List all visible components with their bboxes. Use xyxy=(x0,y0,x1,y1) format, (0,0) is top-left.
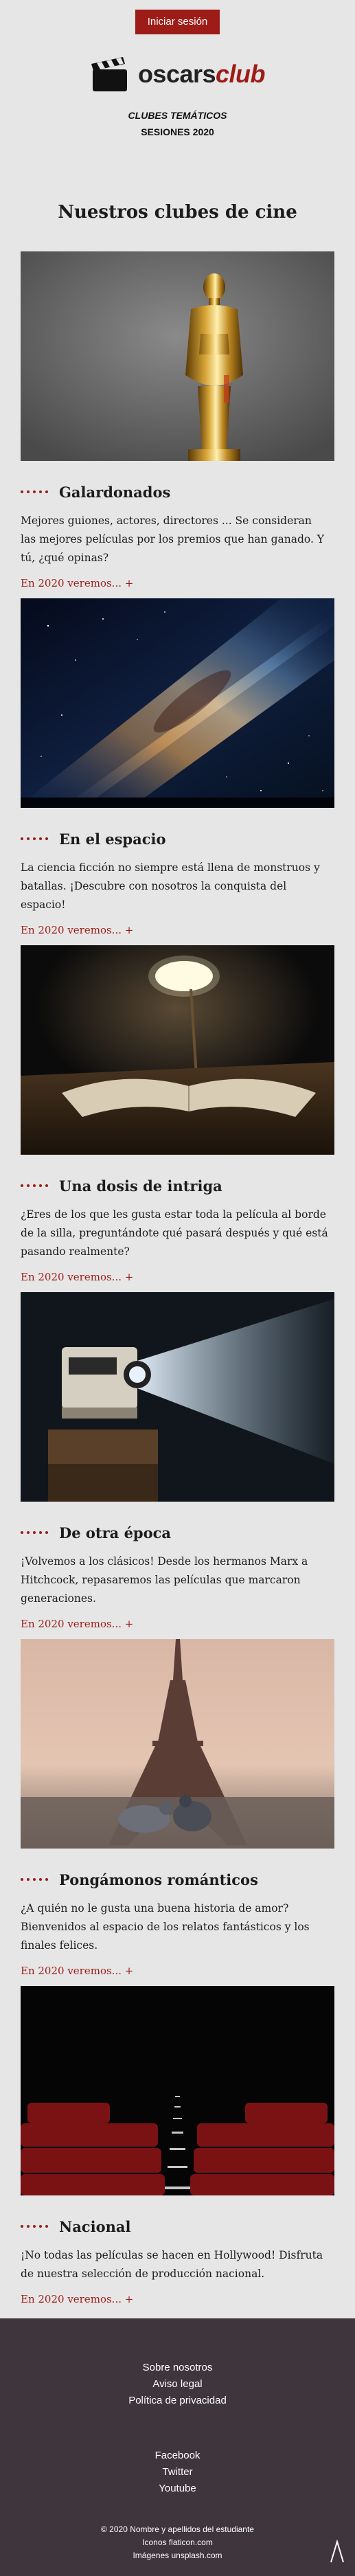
club-name: En el espacio xyxy=(59,830,166,848)
chevron-up-icon[interactable] xyxy=(329,2538,345,2565)
footer-social: Facebook Twitter Youtube xyxy=(0,2448,355,2497)
club-name: Una dosis de intriga xyxy=(59,1177,222,1195)
club-description: ¡No todas las películas se hacen en Holl… xyxy=(21,2249,323,2280)
club-card: De otra época ¡Volvemos a los clásicos! … xyxy=(21,1292,334,1639)
club-name: Pongámonos románticos xyxy=(59,1871,258,1888)
club-image-eiffel xyxy=(21,1639,334,1849)
dots-decoration xyxy=(21,837,48,840)
page-title: Nuestros clubes de cine xyxy=(58,202,297,223)
header-subtitle: CLUBES TEMÁTICOS xyxy=(128,110,227,121)
footer-link-twitter[interactable]: Twitter xyxy=(0,2464,355,2481)
footer-link-legal[interactable]: Aviso legal xyxy=(0,2376,355,2393)
club-card: Una dosis de intriga ¿Eres de los que le… xyxy=(21,945,334,1292)
logo-main: oscars xyxy=(137,60,216,88)
logo-accent: club xyxy=(216,60,266,88)
logo[interactable]: oscarsclub xyxy=(0,52,355,96)
footer-links: Sobre nosotros Aviso legal Política de p… xyxy=(0,2318,355,2409)
club-description: ¡Volvemos a los clásicos! Desde los herm… xyxy=(21,1555,308,1605)
club-more-link[interactable]: En 2020 veremos... + xyxy=(21,577,133,589)
club-card: Galardonados Mejores guiones, actores, d… xyxy=(21,251,334,598)
clapperboard-icon xyxy=(91,57,127,91)
club-more-link[interactable]: En 2020 veremos... + xyxy=(21,1271,133,1283)
club-description: La ciencia ficción no siempre está llena… xyxy=(21,861,320,911)
dots-decoration xyxy=(21,2225,48,2228)
dots-decoration xyxy=(21,1184,48,1187)
club-description: ¿Eres de los que les gusta estar toda la… xyxy=(21,1208,328,1258)
footer-icons-credit: Iconos flaticon.com xyxy=(142,2538,213,2547)
club-name: De otra época xyxy=(59,1524,172,1541)
club-title: En el espacio xyxy=(21,830,334,848)
logo-text: oscarsclub xyxy=(137,60,266,89)
footer-link-about[interactable]: Sobre nosotros xyxy=(0,2360,355,2376)
club-description: ¿A quién no le gusta una buena historia … xyxy=(21,1902,310,1952)
page: Iniciar sesión oscarsclub CLUBES TEMÁTIC… xyxy=(0,0,355,2576)
club-image-cinema-seats xyxy=(21,1986,334,2195)
dots-decoration xyxy=(21,490,48,493)
club-more-link[interactable]: En 2020 veremos... + xyxy=(21,924,133,936)
site-footer: Sobre nosotros Aviso legal Política de p… xyxy=(0,2318,355,2576)
club-name: Nacional xyxy=(59,2217,131,2235)
club-title: Galardonados xyxy=(21,483,334,501)
header-subtitle-block: CLUBES TEMÁTICOS SESIONES 2020 xyxy=(0,107,355,140)
club-description: Mejores guiones, actores, directores ...… xyxy=(21,515,325,564)
footer-link-youtube[interactable]: Youtube xyxy=(0,2481,355,2497)
club-card: Nacional ¡No todas las películas se hace… xyxy=(21,1986,334,2333)
footer-legal: © 2020 Nombre y apellidos del estudiante… xyxy=(0,2523,355,2562)
club-more-link[interactable]: En 2020 veremos... + xyxy=(21,1965,133,1977)
footer-link-privacy[interactable]: Política de privacidad xyxy=(0,2393,355,2409)
club-title: Una dosis de intriga xyxy=(21,1177,334,1195)
header-edition: SESIONES 2020 xyxy=(141,126,214,137)
club-card: Pongámonos románticos ¿A quién no le gus… xyxy=(21,1639,334,1986)
club-more-link[interactable]: En 2020 veremos... + xyxy=(21,1618,133,1630)
club-image-milky-way xyxy=(21,598,334,808)
login-button[interactable]: Iniciar sesión xyxy=(135,10,220,34)
club-name: Galardonados xyxy=(59,483,171,501)
footer-link-facebook[interactable]: Facebook xyxy=(0,2448,355,2464)
dots-decoration xyxy=(21,1878,48,1881)
club-more-link[interactable]: En 2020 veremos... + xyxy=(21,2293,133,2305)
dots-decoration xyxy=(21,1531,48,1534)
footer-images-credit: Imágenes unsplash.com xyxy=(133,2551,222,2560)
club-title: Pongámonos románticos xyxy=(21,1871,334,1888)
clubs-list: Galardonados Mejores guiones, actores, d… xyxy=(21,251,334,2333)
site-header: Iniciar sesión oscarsclub CLUBES TEMÁTIC… xyxy=(0,0,355,137)
club-image-projector xyxy=(21,1292,334,1502)
club-image-lamp xyxy=(21,945,334,1155)
club-title: Nacional xyxy=(21,2217,334,2235)
club-image-oscar xyxy=(21,251,334,461)
club-card: En el espacio La ciencia ficción no siem… xyxy=(21,598,334,945)
club-title: De otra época xyxy=(21,1524,334,1541)
footer-copyright: © 2020 Nombre y apellidos del estudiante xyxy=(101,2524,254,2534)
